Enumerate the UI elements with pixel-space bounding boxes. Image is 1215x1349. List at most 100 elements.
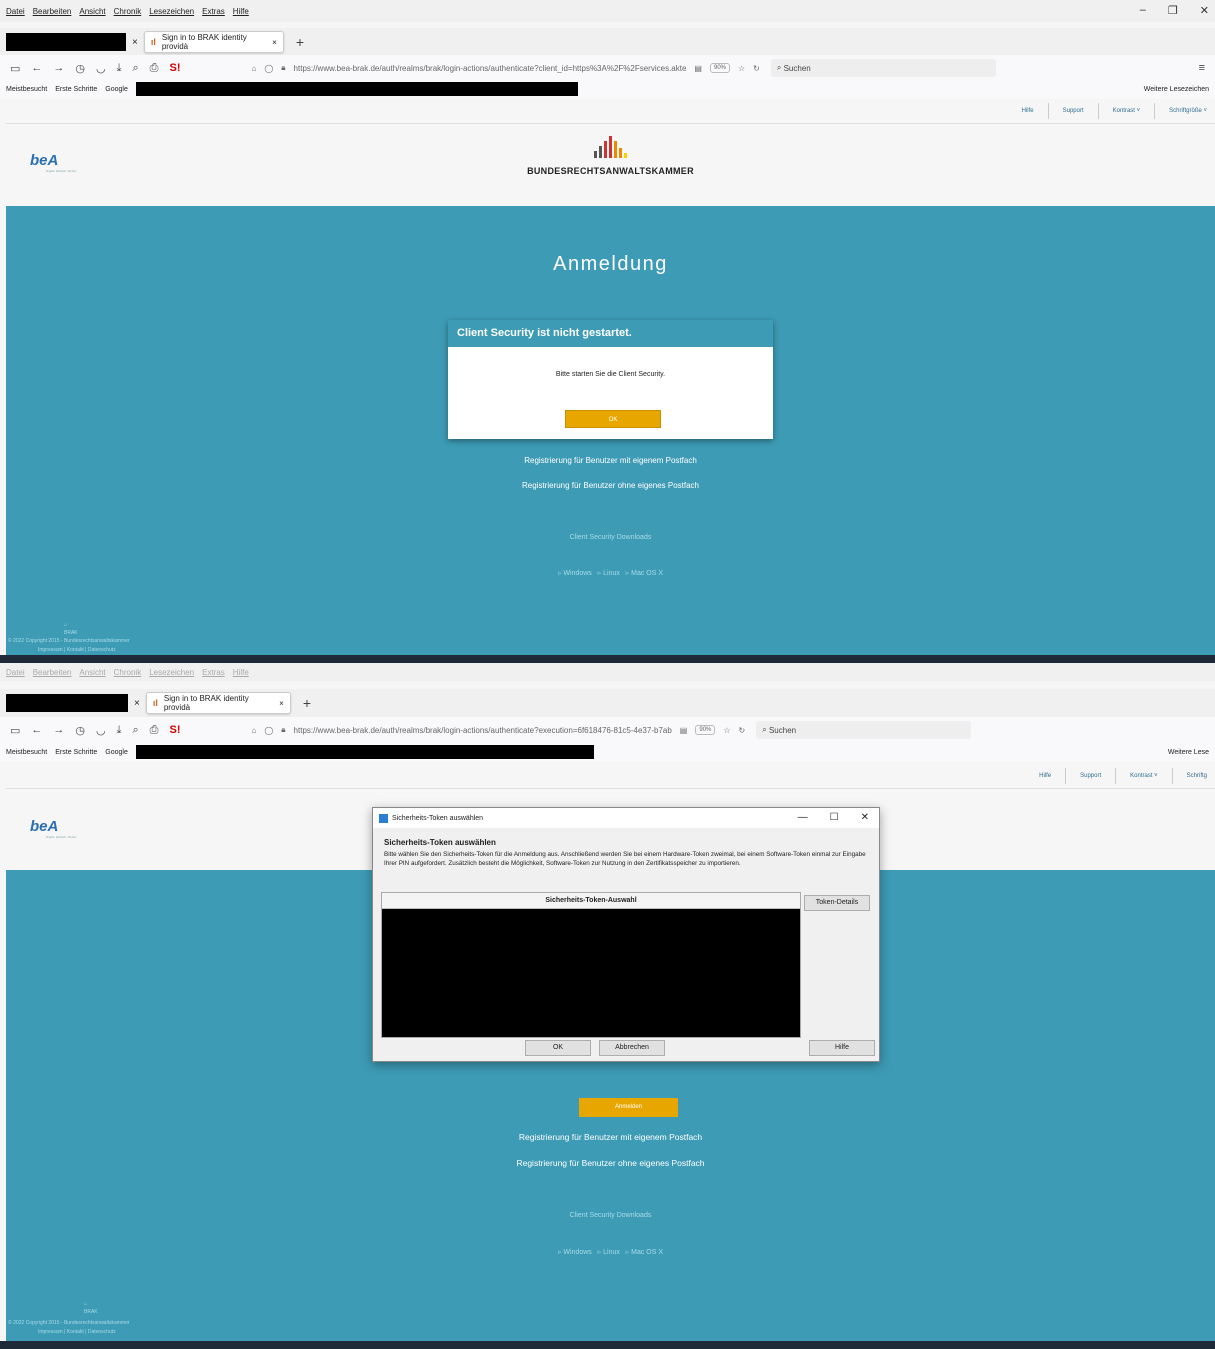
pocket-icon[interactable]: ◡	[96, 62, 106, 75]
menu-hilfe[interactable]: Hilfe	[233, 7, 249, 16]
back-icon[interactable]: ←	[31, 62, 42, 74]
minimize-icon[interactable]: –	[1140, 4, 1146, 17]
menu-ansicht[interactable]: Ansicht	[79, 7, 105, 16]
contrast-toggle[interactable]: Kontrast ˅	[1130, 773, 1158, 779]
restore-icon[interactable]: ❐	[1168, 4, 1178, 17]
bookmark-erste-schritte[interactable]: Erste Schritte	[55, 749, 97, 756]
register-without-mailbox-link[interactable]: Registrierung für Benutzer ohne eigenes …	[6, 481, 1215, 490]
minimize-icon[interactable]: —	[798, 812, 808, 823]
menu-datei[interactable]: Datei	[6, 7, 25, 16]
zoom-icon[interactable]: ⌕	[133, 62, 139, 75]
reload-icon[interactable]: ↻	[753, 64, 760, 73]
close-icon[interactable]: ✕	[861, 812, 869, 823]
reader-icon[interactable]: ▤	[680, 726, 688, 735]
sidebar-icon[interactable]: ▭	[10, 62, 20, 75]
extension-icon[interactable]: S!	[169, 62, 180, 74]
bookmark-erste-schritte[interactable]: Erste Schritte	[55, 86, 97, 93]
sidebar-icon[interactable]: ▭	[10, 724, 20, 737]
history-icon[interactable]: ◷	[75, 62, 85, 75]
print-icon[interactable]: ⎙	[150, 62, 159, 75]
other-bookmarks[interactable]: Weitere Lesezeichen	[1144, 86, 1209, 93]
menu-chronik[interactable]: Chronik	[114, 7, 142, 16]
cancel-button[interactable]: Abbrechen	[599, 1040, 665, 1056]
register-without-mailbox-link[interactable]: Registrierung für Benutzer ohne eigenes …	[6, 1158, 1215, 1168]
download-windows-link[interactable]: Windows	[563, 1249, 591, 1256]
font-size-toggle[interactable]: Schriftg	[1187, 773, 1207, 779]
menu-lesezeichen[interactable]: Lesezeichen	[149, 668, 194, 677]
close-icon[interactable]: ✕	[1200, 4, 1209, 17]
history-icon[interactable]: ◷	[75, 724, 85, 737]
bookmark-meistbesucht[interactable]: Meistbesucht	[6, 749, 47, 756]
extension-icon[interactable]: S!	[169, 724, 180, 736]
bookmark-star-icon[interactable]: ☆	[723, 726, 730, 735]
download-linux-link[interactable]: Linux	[603, 570, 620, 577]
bookmark-google[interactable]: Google	[105, 86, 128, 93]
forward-icon[interactable]: →	[53, 724, 64, 736]
download-mac-link[interactable]: Mac OS X	[631, 570, 663, 577]
tab-close-icon[interactable]: ×	[272, 38, 277, 47]
token-details-button[interactable]: Token-Details	[804, 895, 870, 911]
close-tab-icon[interactable]: ×	[132, 37, 138, 48]
footer-links[interactable]: Impressum | Kontakt | Datenschutz	[38, 1328, 116, 1336]
back-icon[interactable]: ←	[31, 724, 42, 736]
home-icon[interactable]: ⌂	[251, 726, 256, 735]
tab-close-icon[interactable]: ×	[279, 699, 284, 708]
new-tab-button[interactable]: +	[297, 695, 317, 711]
zoom-icon[interactable]: ⌕	[133, 724, 139, 737]
zoom-level[interactable]: 90%	[695, 725, 716, 735]
menu-chronik[interactable]: Chronik	[114, 668, 142, 677]
menu-bearbeiten[interactable]: Bearbeiten	[33, 7, 72, 16]
login-button[interactable]: Anmelden	[579, 1098, 678, 1117]
contrast-toggle[interactable]: Kontrast ˅	[1113, 108, 1141, 114]
token-list-header[interactable]: Sicherheits-Token-Auswahl	[382, 893, 800, 909]
home-icon[interactable]: ⌂	[251, 64, 256, 73]
address-bar[interactable]: ⌂ ◯ 🔒︎ https://www.bea-brak.de/auth/real…	[251, 63, 760, 73]
download-linux-link[interactable]: Linux	[603, 1249, 620, 1256]
token-list[interactable]: Sicherheits-Token-Auswahl	[381, 892, 801, 1038]
download-icon[interactable]: ⤓	[117, 62, 122, 75]
bea-logo[interactable]: beA Digital. Einfach. Sicher.	[16, 804, 86, 844]
pocket-icon[interactable]: ◡	[96, 724, 106, 737]
register-with-mailbox-link[interactable]: Registrierung für Benutzer mit eigenem P…	[6, 1132, 1215, 1142]
help-link[interactable]: Hilfe	[1039, 773, 1051, 779]
font-size-toggle[interactable]: Schriftgröße ˅	[1169, 108, 1207, 114]
menu-extras[interactable]: Extras	[202, 668, 225, 677]
search-field[interactable]: ⌕ Suchen	[756, 721, 972, 739]
close-tab-icon[interactable]: ×	[134, 698, 140, 709]
tab-brak-login[interactable]: ıl Sign in to BRAK identity providà ×	[143, 31, 284, 53]
bookmark-meistbesucht[interactable]: Meistbesucht	[6, 86, 47, 93]
help-link[interactable]: Hilfe	[1022, 108, 1034, 114]
footer-links[interactable]: Impressum | Kontakt | Datenschutz	[38, 646, 116, 654]
support-link[interactable]: Support	[1063, 108, 1084, 114]
alert-ok-button[interactable]: OK	[565, 410, 661, 428]
search-field[interactable]: ⌕ Suchen	[770, 59, 996, 77]
download-icon[interactable]: ⤓	[117, 724, 122, 737]
ok-button[interactable]: OK	[525, 1040, 591, 1056]
hamburger-menu-icon[interactable]: ≡	[1199, 62, 1205, 74]
new-tab-button[interactable]: +	[290, 34, 310, 50]
menu-lesezeichen[interactable]: Lesezeichen	[149, 7, 194, 16]
menu-extras[interactable]: Extras	[202, 7, 225, 16]
support-link[interactable]: Support	[1080, 773, 1101, 779]
reader-icon[interactable]: ▤	[694, 64, 702, 73]
maximize-icon[interactable]: ☐	[830, 812, 839, 823]
menu-ansicht[interactable]: Ansicht	[79, 668, 105, 677]
tab-brak-login[interactable]: ıl Sign in to BRAK identity providà ×	[145, 692, 291, 714]
other-bookmarks[interactable]: Weitere Lese	[1168, 749, 1209, 756]
bookmark-star-icon[interactable]: ☆	[738, 64, 745, 73]
reload-icon[interactable]: ↻	[739, 726, 746, 735]
menu-datei[interactable]: Datei	[6, 668, 25, 677]
bookmark-google[interactable]: Google	[105, 749, 128, 756]
download-windows-link[interactable]: Windows	[563, 570, 591, 577]
address-bar[interactable]: ⌂ ◯ 🔒︎ https://www.bea-brak.de/auth/real…	[251, 725, 745, 735]
url-text[interactable]: https://www.bea-brak.de/auth/realms/brak…	[294, 64, 687, 73]
menu-bearbeiten[interactable]: Bearbeiten	[33, 668, 72, 677]
register-with-mailbox-link[interactable]: Registrierung für Benutzer mit eigenem P…	[6, 456, 1215, 465]
zoom-level[interactable]: 90%	[709, 63, 730, 73]
menu-hilfe[interactable]: Hilfe	[233, 668, 249, 677]
forward-icon[interactable]: →	[53, 62, 64, 74]
print-icon[interactable]: ⎙	[150, 724, 159, 737]
url-text[interactable]: https://www.bea-brak.de/auth/realms/brak…	[294, 726, 672, 735]
download-mac-link[interactable]: Mac OS X	[631, 1249, 663, 1256]
help-button[interactable]: Hilfe	[809, 1040, 875, 1056]
